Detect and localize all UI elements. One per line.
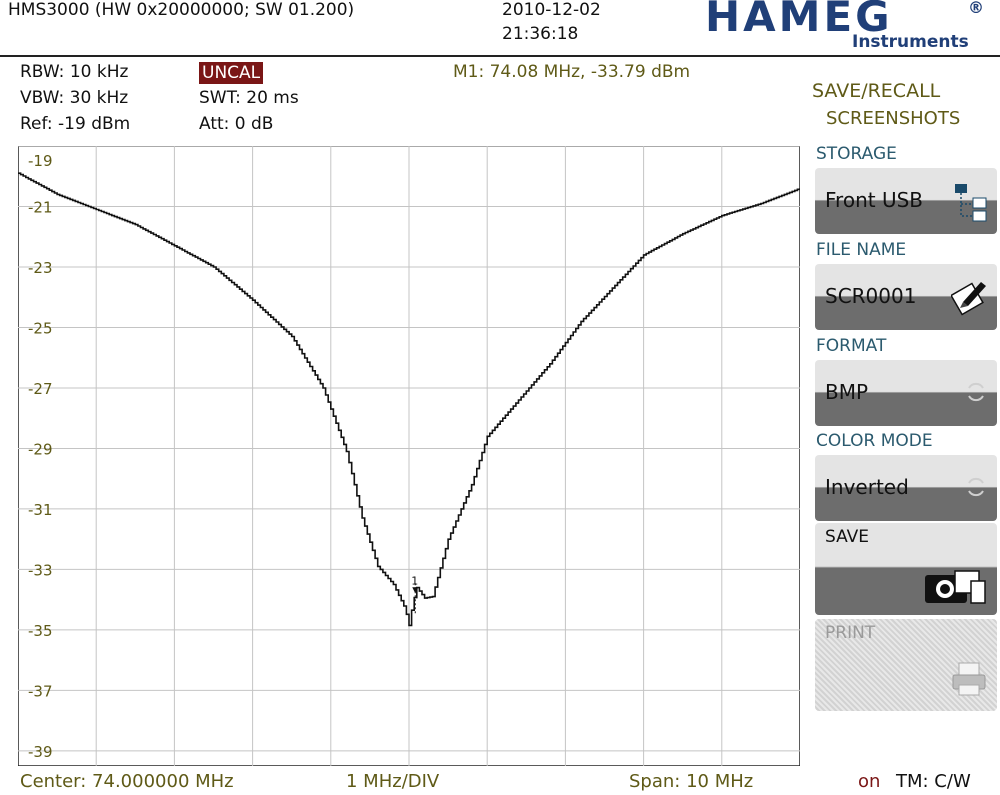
logo-subtitle: Instruments	[852, 32, 969, 52]
save-button[interactable]: SAVE	[815, 523, 997, 615]
rbw-readout: RBW: 10 kHz	[20, 62, 129, 82]
colormode-button[interactable]: Inverted	[815, 455, 997, 521]
format-label: FORMAT	[816, 336, 887, 356]
colormode-label: COLOR MODE	[816, 431, 933, 451]
marker-label: 1	[411, 574, 418, 587]
spectrum-plot: -19 -21 -23 -25 -27 -29 -31 -33 -35 -37 -39 1	[18, 146, 800, 766]
y-tick-label: -35	[28, 622, 53, 640]
y-tick-label: -23	[28, 259, 53, 277]
time-text: 21:36:18	[502, 24, 579, 44]
ref-readout: Ref: -19 dBm	[20, 114, 131, 134]
y-tick-label: -37	[28, 682, 53, 700]
printer-icon	[952, 662, 986, 696]
y-tick-label: -33	[28, 561, 53, 579]
y-tick-label: -29	[28, 440, 53, 458]
y-tick-label: -31	[28, 501, 53, 519]
storage-value: Front USB	[825, 188, 923, 212]
date-text: 2010-12-02	[502, 0, 601, 20]
device-info: HMS3000 (HW 0x20000000; SW 01.200)	[8, 0, 355, 20]
vbw-readout: VBW: 30 kHz	[20, 88, 129, 108]
swt-readout: SWT: 20 ms	[199, 88, 299, 108]
y-tick-label: -19	[28, 152, 53, 170]
filename-label: FILE NAME	[816, 240, 907, 260]
on-indicator: on	[858, 771, 881, 792]
y-tick-label: -21	[28, 198, 53, 216]
format-value: BMP	[825, 380, 869, 404]
camera-screenshot-icon	[925, 570, 986, 604]
storage-button[interactable]: Front USB	[815, 168, 997, 234]
folder-tree-icon	[955, 184, 987, 222]
header-divider	[0, 55, 1000, 57]
save-label: SAVE	[825, 527, 870, 547]
center-frequency: Center: 74.000000 MHz	[20, 771, 234, 792]
span-readout: Span: 10 MHz	[629, 771, 754, 792]
storage-label: STORAGE	[816, 144, 897, 164]
menu-subtitle: SCREENSHOTS	[826, 108, 961, 129]
filename-value: SCR0001	[825, 284, 917, 308]
y-tick-label: -39	[28, 743, 53, 761]
trigger-mode: TM: C/W	[896, 771, 971, 792]
print-button[interactable]: PRINT	[815, 619, 997, 711]
uncal-badge: UNCAL	[199, 62, 264, 84]
division-scale: 1 MHz/DIV	[346, 771, 440, 792]
y-tick-label: -27	[28, 380, 53, 398]
filename-button[interactable]: SCR0001	[815, 264, 997, 330]
menu-title: SAVE/RECALL	[812, 80, 941, 102]
format-button[interactable]: BMP	[815, 360, 997, 426]
y-tick-label: -25	[28, 319, 53, 337]
edit-pen-icon	[951, 282, 986, 316]
cycle-arrows-icon	[968, 382, 984, 402]
colormode-value: Inverted	[825, 475, 909, 499]
att-readout: Att: 0 dB	[199, 114, 274, 134]
marker-readout: M1: 74.08 MHz, -33.79 dBm	[453, 62, 691, 82]
cycle-arrows-icon	[968, 477, 984, 497]
print-label: PRINT	[825, 623, 876, 643]
registered-mark: ®	[968, 0, 984, 17]
